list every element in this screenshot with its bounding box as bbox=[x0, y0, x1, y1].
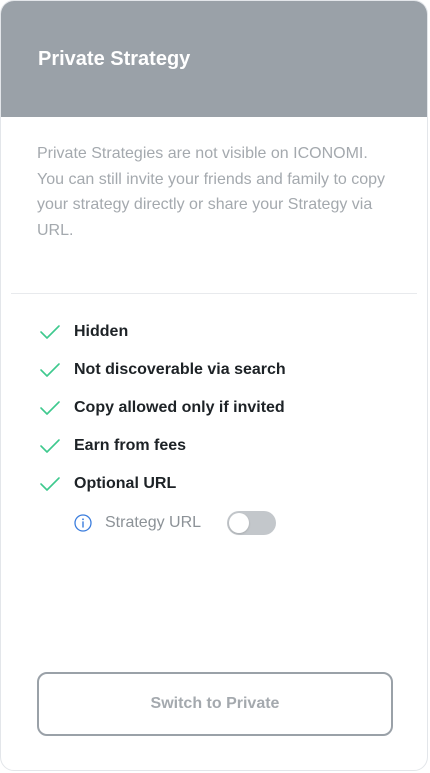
check-icon bbox=[40, 401, 60, 415]
feature-label: Hidden bbox=[74, 323, 129, 340]
check-icon bbox=[40, 439, 60, 453]
feature-label: Not discoverable via search bbox=[74, 361, 286, 378]
feature-label: Earn from fees bbox=[74, 437, 187, 454]
description-text: Private Strategies are not visible on IC… bbox=[37, 145, 386, 239]
private-strategy-card: Private Strategy Private Strategies are … bbox=[0, 0, 428, 771]
feature-item-hidden: Hidden bbox=[1, 313, 427, 351]
feature-item-earn-fees: Earn from fees bbox=[1, 427, 427, 465]
feature-item-not-discoverable: Not discoverable via search bbox=[1, 351, 427, 389]
info-icon[interactable] bbox=[74, 514, 92, 532]
check-icon bbox=[40, 363, 60, 377]
feature-label: Copy allowed only if invited bbox=[74, 399, 285, 416]
check-icon bbox=[40, 325, 60, 339]
strategy-url-row: Strategy URL bbox=[74, 509, 277, 537]
feature-label: Optional URL bbox=[74, 475, 177, 492]
check-icon bbox=[40, 477, 60, 491]
strategy-url-toggle[interactable] bbox=[227, 511, 277, 535]
feature-list: Hidden Not discoverable via search Copy … bbox=[1, 313, 427, 503]
divider bbox=[11, 293, 417, 294]
card-header: Private Strategy bbox=[1, 1, 427, 117]
card-title: Private Strategy bbox=[38, 47, 191, 70]
strategy-url-label: Strategy URL bbox=[105, 514, 202, 531]
switch-to-private-button[interactable]: Switch to Private bbox=[37, 672, 393, 736]
toggle-knob bbox=[229, 513, 250, 533]
feature-item-optional-url: Optional URL bbox=[1, 465, 427, 503]
feature-item-copy-allowed: Copy allowed only if invited bbox=[1, 389, 427, 427]
